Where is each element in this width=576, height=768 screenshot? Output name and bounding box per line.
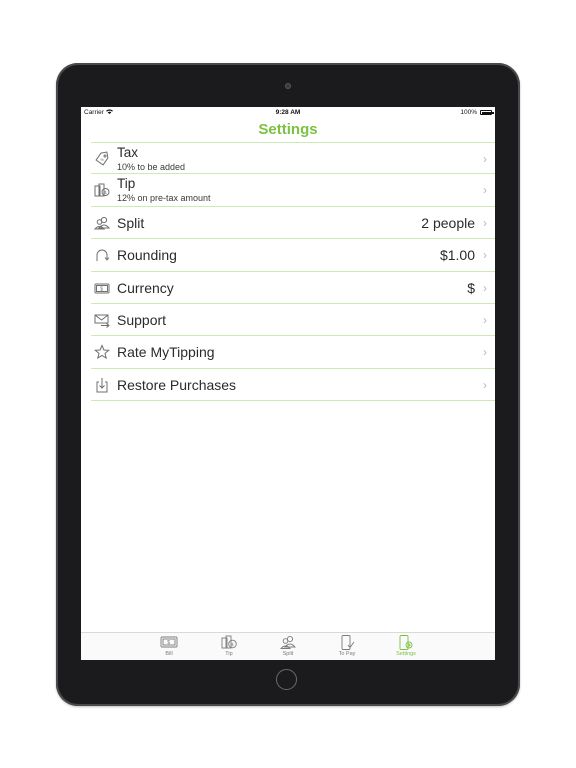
row-label: Support bbox=[117, 311, 167, 328]
banknote-icon: $ bbox=[94, 280, 110, 296]
tab-split[interactable]: Split bbox=[268, 635, 308, 657]
row-label: Rate MyTipping bbox=[117, 344, 215, 361]
status-bar: Carrier 9:28 AM 100% bbox=[81, 107, 495, 119]
svg-text:$: $ bbox=[231, 642, 234, 647]
bill-icon: $ bbox=[149, 635, 189, 650]
svg-text:$: $ bbox=[104, 190, 107, 195]
settings-icon bbox=[386, 635, 426, 650]
settings-list: % Tax 10% to be added › $ Tip 12% on pre… bbox=[91, 142, 495, 402]
tab-label: Bill bbox=[165, 651, 173, 657]
tab-label: Settings bbox=[396, 651, 416, 657]
settings-row-tax[interactable]: % Tax 10% to be added › bbox=[91, 142, 495, 175]
tab-bar: $ Bill $ Tip Split To Pay Settings bbox=[81, 632, 495, 660]
rounding-icon bbox=[94, 247, 110, 263]
chevron-right-icon: › bbox=[483, 215, 487, 230]
app-screen: Carrier 9:28 AM 100% Settings % Tax 10% … bbox=[81, 107, 495, 660]
to-pay-icon bbox=[327, 635, 367, 650]
svg-text:$: $ bbox=[167, 640, 170, 646]
tab-label: Split bbox=[282, 651, 294, 657]
chevron-right-icon: › bbox=[483, 377, 487, 392]
chevron-right-icon: › bbox=[483, 312, 487, 327]
tab-label: Tip bbox=[225, 651, 233, 657]
chevron-right-icon: › bbox=[483, 280, 487, 295]
row-label: Currency bbox=[117, 279, 174, 296]
front-camera bbox=[285, 83, 291, 89]
svg-text:%: % bbox=[100, 157, 104, 162]
settings-row-rate[interactable]: Rate MyTipping › bbox=[91, 336, 495, 369]
settings-row-tip[interactable]: $ Tip 12% on pre-tax amount › bbox=[91, 174, 495, 207]
tab-label: To Pay bbox=[338, 651, 356, 657]
tip-icon: $ bbox=[209, 635, 249, 650]
chevron-right-icon: › bbox=[483, 152, 487, 166]
settings-row-split[interactable]: Split 2 people › bbox=[91, 207, 495, 240]
tag-icon: % bbox=[94, 151, 110, 167]
coins-icon: $ bbox=[94, 182, 110, 198]
row-label: Tax bbox=[117, 145, 139, 160]
tab-tip[interactable]: $ Tip bbox=[209, 635, 249, 657]
chevron-right-icon: › bbox=[483, 345, 487, 360]
status-time: 9:28 AM bbox=[275, 109, 301, 116]
chevron-right-icon: › bbox=[483, 183, 487, 198]
status-right: 100% bbox=[460, 109, 494, 116]
row-label: Rounding bbox=[117, 247, 177, 264]
star-icon bbox=[94, 344, 110, 360]
page-title: Settings bbox=[258, 121, 318, 138]
tab-bill[interactable]: $ Bill bbox=[149, 635, 189, 657]
mail-icon bbox=[94, 312, 110, 328]
settings-row-currency[interactable]: $ Currency $ › bbox=[91, 272, 495, 304]
row-label: Restore Purchases bbox=[117, 376, 237, 393]
home-button[interactable] bbox=[276, 669, 297, 690]
row-value: 2 people bbox=[421, 214, 475, 231]
settings-row-support[interactable]: Support › bbox=[91, 304, 495, 337]
tab-settings[interactable]: Settings bbox=[386, 635, 426, 657]
split-icon bbox=[268, 635, 308, 650]
settings-row-rounding[interactable]: Rounding $1.00 › bbox=[91, 239, 495, 272]
row-subtitle: 12% on pre-tax amount bbox=[117, 193, 211, 204]
row-value: $1.00 bbox=[439, 247, 475, 264]
svg-text:$: $ bbox=[100, 286, 103, 292]
row-value: $ bbox=[467, 279, 475, 296]
ipad-device-frame: Carrier 9:28 AM 100% Settings % Tax 10% … bbox=[56, 63, 520, 706]
battery-percent: 100% bbox=[460, 109, 477, 116]
settings-row-restore[interactable]: Restore Purchases › bbox=[91, 369, 495, 402]
download-icon bbox=[94, 377, 110, 393]
row-subtitle: 10% to be added bbox=[117, 162, 186, 172]
tab-to-pay[interactable]: To Pay bbox=[327, 635, 367, 657]
chevron-right-icon: › bbox=[483, 248, 487, 263]
people-icon bbox=[94, 215, 110, 231]
row-label: Tip bbox=[117, 176, 136, 192]
row-label: Split bbox=[117, 214, 145, 231]
battery-icon bbox=[480, 110, 494, 115]
